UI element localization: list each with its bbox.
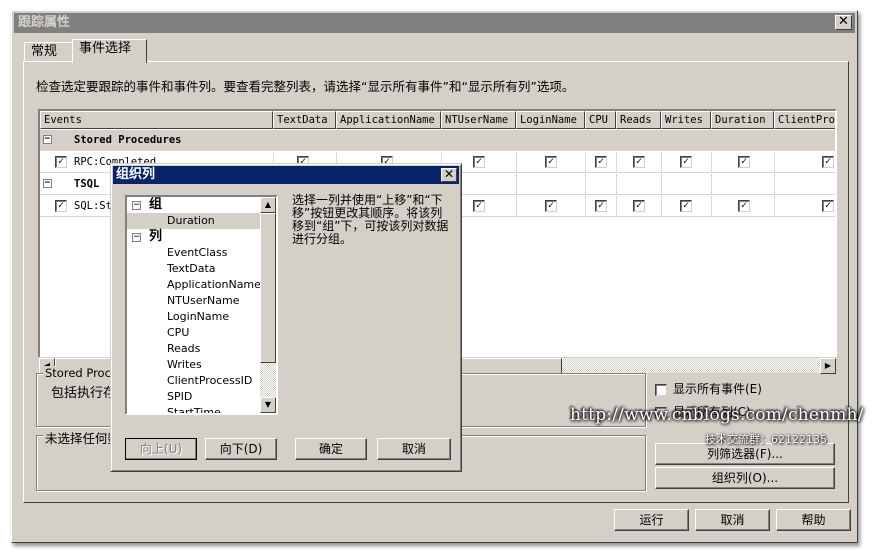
run-button[interactable]: 运行 [614, 509, 689, 531]
cell-checkbox[interactable]: ✓ [680, 200, 692, 212]
tree-item[interactable]: TextData [127, 261, 262, 277]
tree-item[interactable]: SPID [127, 389, 262, 405]
tree-item-label: StartTime [167, 406, 221, 415]
organize-columns-button[interactable]: 组织列(O)... [655, 467, 835, 489]
tree-item-label: TextData [167, 262, 216, 275]
cell-checkbox[interactable]: ✓ [633, 200, 645, 212]
collapse-icon[interactable]: − [43, 179, 52, 188]
tree-item[interactable]: Reads [127, 341, 262, 357]
close-icon[interactable]: ✕ [441, 168, 457, 182]
tree-vertical-scrollbar[interactable]: ▲ ▼ [260, 197, 276, 413]
dialog-help-text: 选择一列并使用“上移”和“下移”按钮更改其顺序。将该列移到“组”下，可按该列对数… [292, 193, 449, 246]
instructions-text: 检查选定要跟踪的事件和事件列。要查看完整列表，请选择“显示所有事件”和“显示所有… [36, 79, 575, 94]
tab-events-selection-label: 事件选择 [79, 41, 132, 56]
ok-button[interactable]: 确定 [295, 438, 367, 460]
cell-checkbox[interactable]: ✓ [680, 156, 692, 168]
scrollbar-thumb[interactable] [260, 213, 276, 363]
column-header-cpu[interactable]: CPU [585, 111, 616, 129]
cell-checkbox[interactable]: ✓ [822, 156, 834, 168]
cancel-button[interactable]: 取消 [695, 509, 770, 531]
column-header-events[interactable]: Events [40, 111, 273, 129]
column-header-ntusername[interactable]: NTUserName [441, 111, 516, 129]
cell-checkbox[interactable]: ✓ [595, 200, 607, 212]
cell-checkbox[interactable]: ✓ [595, 156, 607, 168]
tree-item-label: LoginName [167, 310, 230, 323]
window-titlebar: 跟踪属性 ✕ [14, 13, 855, 33]
tree-columns-heading-label: 列 [149, 229, 163, 244]
collapse-icon[interactable]: − [132, 201, 141, 210]
column-header-loginname[interactable]: LoginName [516, 111, 585, 129]
tree-item-label: Duration [167, 214, 215, 227]
tree-group-heading[interactable]: − 组 [127, 197, 262, 213]
column-header-textdata[interactable]: TextData [273, 111, 336, 129]
column-header-clientproc[interactable]: ClientProc [774, 111, 835, 129]
tree-item-label: ApplicationName [167, 278, 261, 291]
tree-item[interactable]: ClientProcessID [127, 373, 262, 389]
watermark-group: 技术交流群：62122135 [705, 433, 827, 446]
dialog-title: 组织列 [116, 167, 156, 182]
cell-checkbox[interactable]: ✓ [545, 200, 557, 212]
tree-item[interactable]: NTUserName [127, 293, 262, 309]
help-button[interactable]: 帮助 [776, 509, 851, 531]
tree-item-label: NTUserName [167, 294, 240, 307]
tree-item-label: Writes [167, 358, 202, 371]
column-header-duration[interactable]: Duration [711, 111, 774, 129]
show-all-events-label: 显示所有事件(E) [673, 382, 762, 396]
scroll-down-icon[interactable]: ▼ [260, 397, 276, 413]
tree-columns-heading[interactable]: − 列 [127, 229, 262, 245]
show-all-events-checkbox[interactable] [655, 383, 667, 396]
tree-item-label: SPID [167, 390, 193, 403]
tree-item[interactable]: LoginName [127, 309, 262, 325]
event-label: SQL:St [74, 200, 112, 212]
category-label: Stored Procedures [74, 134, 182, 146]
tab-events-selection[interactable]: 事件选择 [72, 39, 147, 63]
window-title: 跟踪属性 [18, 15, 71, 30]
scroll-right-icon[interactable]: ▶ [820, 358, 836, 374]
tree-item-label: EventClass [167, 246, 228, 259]
cell-checkbox[interactable]: ✓ [473, 156, 485, 168]
tree-item[interactable]: Writes [127, 357, 262, 373]
event-checkbox[interactable]: ✓ [55, 156, 67, 168]
close-icon[interactable]: ✕ [835, 15, 852, 30]
tree-item-label: ClientProcessID [167, 374, 253, 387]
move-down-button[interactable]: 向下(D) [205, 438, 277, 460]
show-all-events-option[interactable]: 显示所有事件(E) [655, 380, 762, 397]
tree-item-label: CPU [167, 326, 190, 339]
tree-group-heading-label: 组 [149, 197, 163, 212]
dialog-cancel-button[interactable]: 取消 [377, 438, 451, 460]
tree-item[interactable]: Duration [127, 213, 262, 229]
cell-checkbox[interactable]: ✓ [545, 156, 557, 168]
tree-item[interactable]: ApplicationName [127, 277, 262, 293]
collapse-icon[interactable]: − [132, 233, 141, 242]
tree-item[interactable]: CPU [127, 325, 262, 341]
cell-checkbox[interactable]: ✓ [473, 200, 485, 212]
event-description-text: 包括执行存 [51, 386, 117, 401]
event-checkbox[interactable]: ✓ [55, 200, 67, 212]
cell-checkbox[interactable]: ✓ [822, 200, 834, 212]
tab-general-label: 常规 [31, 44, 58, 59]
tree-item[interactable]: EventClass [127, 245, 262, 261]
column-header-writes[interactable]: Writes [661, 111, 711, 129]
cell-checkbox[interactable]: ✓ [633, 156, 645, 168]
move-up-button[interactable]: 向上(U) [125, 438, 197, 460]
tree-item-label: Reads [167, 342, 201, 355]
column-header-applicationname[interactable]: ApplicationName [336, 111, 441, 129]
cell-checkbox[interactable]: ✓ [738, 200, 750, 212]
dialog-titlebar: 组织列 ✕ [113, 166, 459, 184]
category-row-stored-procedures[interactable]: − Stored Procedures [40, 130, 835, 151]
category-label: TSQL [74, 178, 100, 190]
organize-columns-dialog: 组织列 ✕ − 组 Duration − 列 EventClass TextDa… [110, 163, 462, 472]
column-header-reads[interactable]: Reads [616, 111, 661, 129]
scroll-up-icon[interactable]: ▲ [260, 197, 276, 213]
tab-general[interactable]: 常规 [24, 42, 74, 62]
collapse-icon[interactable]: − [43, 135, 52, 144]
tree-item[interactable]: StartTime [127, 405, 262, 415]
watermark-url: http://www.cnblogs.com/chenmh/ [570, 405, 864, 425]
cell-checkbox[interactable]: ✓ [738, 156, 750, 168]
columns-tree[interactable]: − 组 Duration − 列 EventClass TextData App… [125, 195, 278, 415]
